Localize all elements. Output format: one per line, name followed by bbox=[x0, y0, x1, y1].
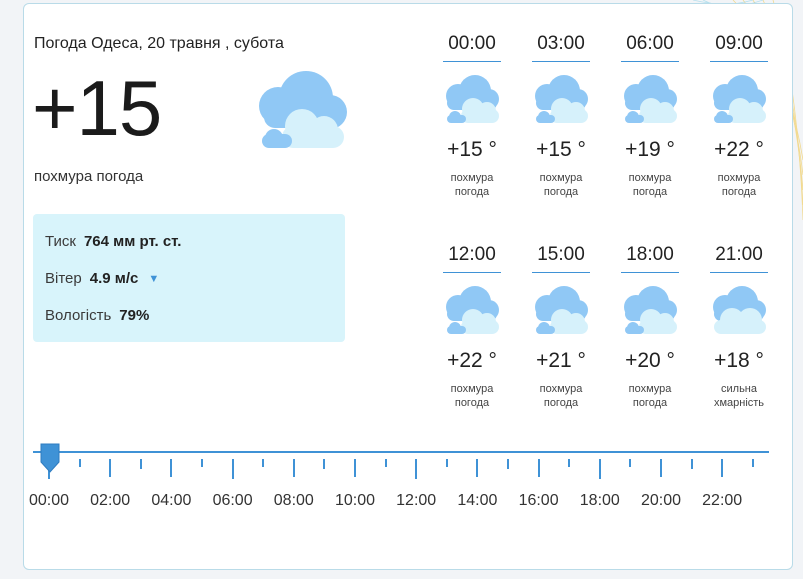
hour-time: 00:00 bbox=[443, 33, 501, 62]
timeline-label: 02:00 bbox=[90, 492, 131, 509]
hour-temperature: +22 ° bbox=[447, 349, 497, 372]
timeline-tick bbox=[476, 459, 479, 477]
timeline-tick bbox=[262, 459, 265, 467]
wind-direction-arrow-icon: ▼ bbox=[148, 272, 160, 285]
timeline-tick bbox=[292, 459, 295, 477]
timeline-label: 18:00 bbox=[579, 492, 620, 509]
timeline-label: 04:00 bbox=[151, 492, 192, 509]
current-condition: похмура погода bbox=[34, 168, 144, 185]
humidity-label: Вологість bbox=[45, 307, 112, 324]
hour-time: 12:00 bbox=[443, 244, 501, 273]
hour-description: похмура погода bbox=[628, 172, 672, 198]
timeline-tick bbox=[354, 459, 356, 477]
hourly-forecast-item[interactable]: 15:00 +21 ° похмура погода bbox=[532, 244, 590, 410]
timeline-label: 10:00 bbox=[334, 492, 376, 509]
timeline-tick bbox=[598, 459, 601, 479]
hour-temperature: +22 ° bbox=[714, 138, 764, 161]
timeline-label: 08:00 bbox=[273, 492, 314, 509]
cloudy-icon bbox=[535, 286, 588, 334]
wind-value: 4.9 м/с bbox=[89, 270, 139, 287]
timeline-tick bbox=[751, 459, 754, 467]
widget-title: Погода Одеса, 20 травня , субота bbox=[34, 35, 284, 52]
timeline-tick bbox=[445, 459, 448, 467]
timeline-tick bbox=[629, 459, 632, 467]
timeline-tick bbox=[537, 459, 540, 477]
cloudy-icon bbox=[624, 75, 677, 123]
timeline-label: 20:00 bbox=[640, 492, 682, 509]
timeline-label: 16:00 bbox=[518, 492, 559, 509]
timeline-label: 00:00 bbox=[28, 492, 70, 509]
weather-widget: Погода Одеса, 20 травня , субота +15 пох… bbox=[23, 3, 793, 570]
hour-temperature: +21 ° bbox=[536, 349, 586, 372]
details-panel: Тиск 764 мм рт. ст. Вітер 4.9 м/с ▼ Воло… bbox=[33, 214, 345, 342]
timeline-tick bbox=[170, 459, 173, 477]
timeline-tick bbox=[507, 459, 509, 469]
pressure-value: 764 мм рт. ст. bbox=[83, 233, 182, 250]
hour-temperature: +15 ° bbox=[536, 138, 586, 161]
hour-temperature: +15 ° bbox=[447, 138, 497, 161]
hour-temperature: +20 ° bbox=[625, 349, 675, 372]
cloudy-icon bbox=[624, 286, 677, 334]
timeline-tick bbox=[78, 459, 81, 467]
pressure-label: Тиск bbox=[45, 233, 76, 250]
timeline-label: 06:00 bbox=[212, 492, 253, 509]
time-slider-handle[interactable] bbox=[39, 442, 61, 474]
time-slider-track[interactable] bbox=[33, 451, 769, 453]
hourly-forecast-item[interactable]: 00:00 +15 ° похмура погода bbox=[443, 33, 501, 199]
wind-row: Вітер 4.9 м/с ▼ bbox=[45, 270, 159, 287]
timeline-tick bbox=[721, 459, 724, 477]
timeline-tick bbox=[415, 459, 418, 479]
hour-description: сильна хмарність bbox=[713, 383, 765, 409]
hour-description: похмура погода bbox=[539, 383, 583, 409]
hour-time: 03:00 bbox=[532, 33, 590, 62]
timeline-label: 22:00 bbox=[702, 492, 743, 509]
timeline-tick bbox=[201, 459, 203, 467]
time-slider[interactable] bbox=[33, 443, 769, 486]
hourly-forecast-item[interactable]: 21:00 +18 ° сильна хмарність bbox=[710, 244, 768, 410]
timeline-tick bbox=[323, 459, 326, 469]
hour-time: 21:00 bbox=[710, 244, 768, 273]
hour-description: похмура погода bbox=[628, 383, 672, 409]
cloudy-icon bbox=[713, 75, 766, 123]
pressure-row: Тиск 764 мм рт. ст. bbox=[45, 233, 181, 250]
hourly-forecast-item[interactable]: 18:00 +20 ° похмура погода bbox=[621, 244, 679, 410]
hourly-forecast-item[interactable]: 06:00 +19 ° похмура погода bbox=[621, 33, 679, 199]
hour-description: похмура погода bbox=[717, 172, 761, 198]
cloudy-icon bbox=[259, 71, 347, 148]
hour-time: 06:00 bbox=[621, 33, 679, 62]
cloudy-icon bbox=[446, 75, 499, 123]
hourly-forecast-item[interactable]: 09:00 +22 ° похмура погода bbox=[710, 33, 768, 199]
wind-label: Вітер bbox=[45, 270, 82, 287]
hour-time: 15:00 bbox=[532, 244, 590, 273]
timeline-tick bbox=[690, 459, 693, 469]
hour-description: похмура погода bbox=[450, 383, 494, 409]
cloudy-icon bbox=[535, 75, 588, 123]
hour-time: 18:00 bbox=[621, 244, 679, 273]
current-temperature: +15 bbox=[32, 64, 162, 152]
timeline-tick bbox=[568, 459, 571, 467]
timeline-tick bbox=[109, 459, 112, 477]
humidity-value: 79% bbox=[119, 307, 150, 324]
cloudy-icon bbox=[446, 286, 499, 334]
hourly-forecast-item[interactable]: 12:00 +22 ° похмура погода bbox=[443, 244, 501, 410]
hour-temperature: +18 ° bbox=[714, 349, 764, 372]
hour-time: 09:00 bbox=[710, 33, 768, 62]
timeline-label: 12:00 bbox=[396, 492, 437, 509]
timeline-tick bbox=[660, 459, 662, 477]
timeline-tick bbox=[139, 459, 142, 469]
timeline-tick bbox=[384, 459, 387, 467]
hour-temperature: +19 ° bbox=[625, 138, 675, 161]
hour-description: похмура погода bbox=[450, 172, 494, 198]
hourly-forecast-item[interactable]: 03:00 +15 ° похмура погода bbox=[532, 33, 590, 199]
hour-description: похмура погода bbox=[539, 172, 583, 198]
timeline-tick bbox=[231, 459, 234, 479]
humidity-row: Вологість 79% bbox=[45, 307, 149, 324]
timeline-label: 14:00 bbox=[457, 492, 498, 509]
overcast-icon bbox=[713, 286, 766, 334]
